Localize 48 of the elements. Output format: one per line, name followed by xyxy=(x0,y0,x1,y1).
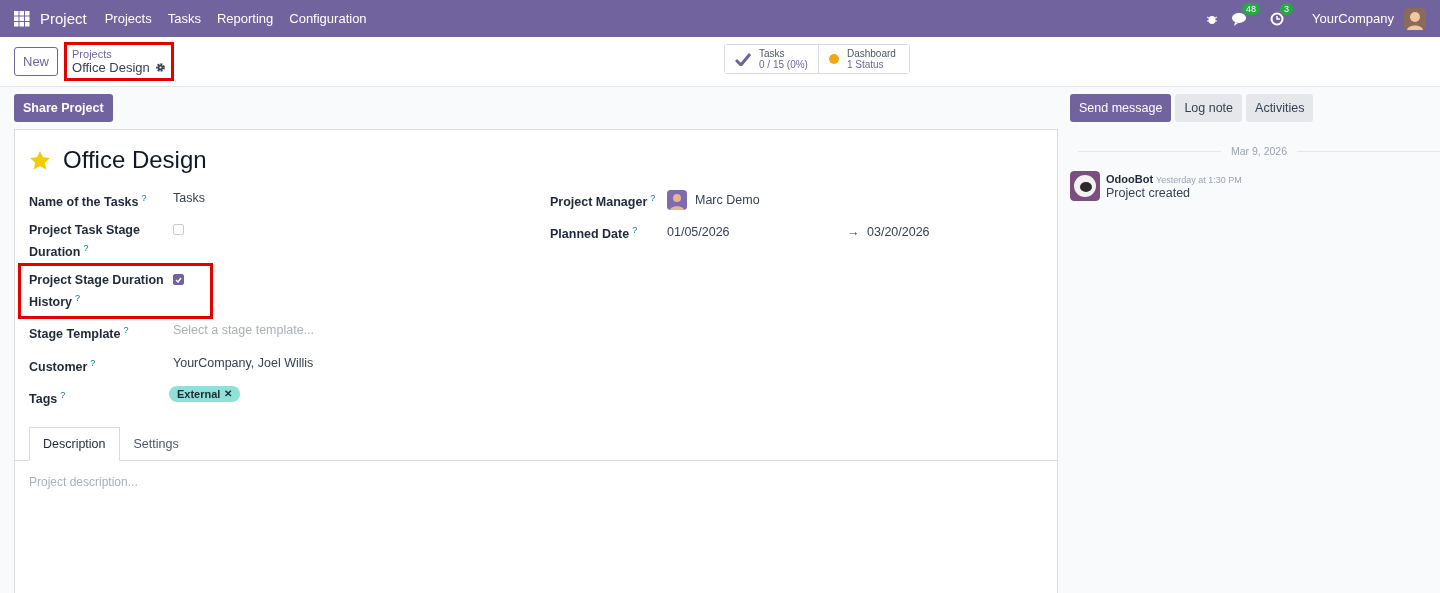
field-value[interactable]: Tasks xyxy=(173,189,550,207)
share-project-button[interactable]: Share Project xyxy=(14,94,113,122)
field-label: Stage Template $^{?}$ xyxy=(29,324,130,344)
field-value[interactable]: Marc Demo xyxy=(695,191,760,210)
message-time: Yesterday at 1:30 PM xyxy=(1156,175,1242,185)
gear-icon[interactable] xyxy=(154,62,166,73)
breadcrumb-current: Office Design xyxy=(72,60,150,75)
avatar-icon xyxy=(667,190,687,211)
end-date[interactable]: 03/20/2026 xyxy=(867,223,1057,242)
bot-avatar-icon xyxy=(1070,171,1100,201)
field-label: Planned Date $^{?}$ xyxy=(550,224,639,244)
arrow-glyph: → xyxy=(847,224,861,242)
check-icon xyxy=(735,52,751,66)
field-label: Customer $^{?}$ xyxy=(29,356,97,376)
tab[interactable]: Description xyxy=(29,426,120,461)
star-icon[interactable] xyxy=(29,149,51,171)
date-divider: Mar 9, 2026 xyxy=(1231,145,1288,157)
menu-item[interactable]: Tasks xyxy=(167,11,201,26)
user-avatar-icon[interactable] xyxy=(1404,7,1426,30)
app-name[interactable]: Project xyxy=(40,10,87,27)
checkbox[interactable] xyxy=(173,274,184,286)
record-title: Office Design xyxy=(63,146,207,174)
message-count: 48 xyxy=(1242,2,1261,15)
field-label: Name of the Tasks $^{?}$ xyxy=(29,192,148,212)
apps-menu-icon[interactable] xyxy=(14,10,30,27)
menu-item[interactable]: Projects xyxy=(104,11,152,26)
activity-count: 3 xyxy=(1280,2,1294,15)
field-label: Project Task Stage Duration $^{?}$ xyxy=(29,222,141,262)
chatter-button[interactable]: Activities xyxy=(1246,94,1314,122)
tag: External ✕ xyxy=(169,385,241,402)
chatter-button[interactable]: Send message xyxy=(1070,94,1172,122)
field-label: Tags $^{?}$ xyxy=(29,388,67,408)
new-button[interactable]: New xyxy=(14,47,58,76)
menu-item[interactable]: Configuration xyxy=(289,11,367,26)
chat-icon[interactable] xyxy=(1232,11,1249,26)
start-date[interactable]: 01/05/2026 xyxy=(667,223,847,242)
menu-item[interactable]: Reporting xyxy=(216,11,274,26)
chatter-button[interactable]: Log note xyxy=(1175,94,1243,122)
message-author: OdooBot xyxy=(1106,173,1154,185)
company-name[interactable]: YourCompany xyxy=(1312,11,1394,26)
field-value[interactable]: YourCompany, Joel Willis xyxy=(173,353,550,372)
breadcrumb-link[interactable]: Projects xyxy=(72,48,166,60)
clock-icon[interactable] xyxy=(1270,11,1285,26)
stat-button[interactable]: Dashboard 1 Status xyxy=(817,45,909,73)
field-label: Project Stage Duration History $^{?}$ xyxy=(29,272,165,312)
tab[interactable]: Settings xyxy=(119,426,193,461)
message-body: Project created xyxy=(1106,186,1192,200)
field-label: Project Manager $^{?}$ xyxy=(550,192,657,212)
